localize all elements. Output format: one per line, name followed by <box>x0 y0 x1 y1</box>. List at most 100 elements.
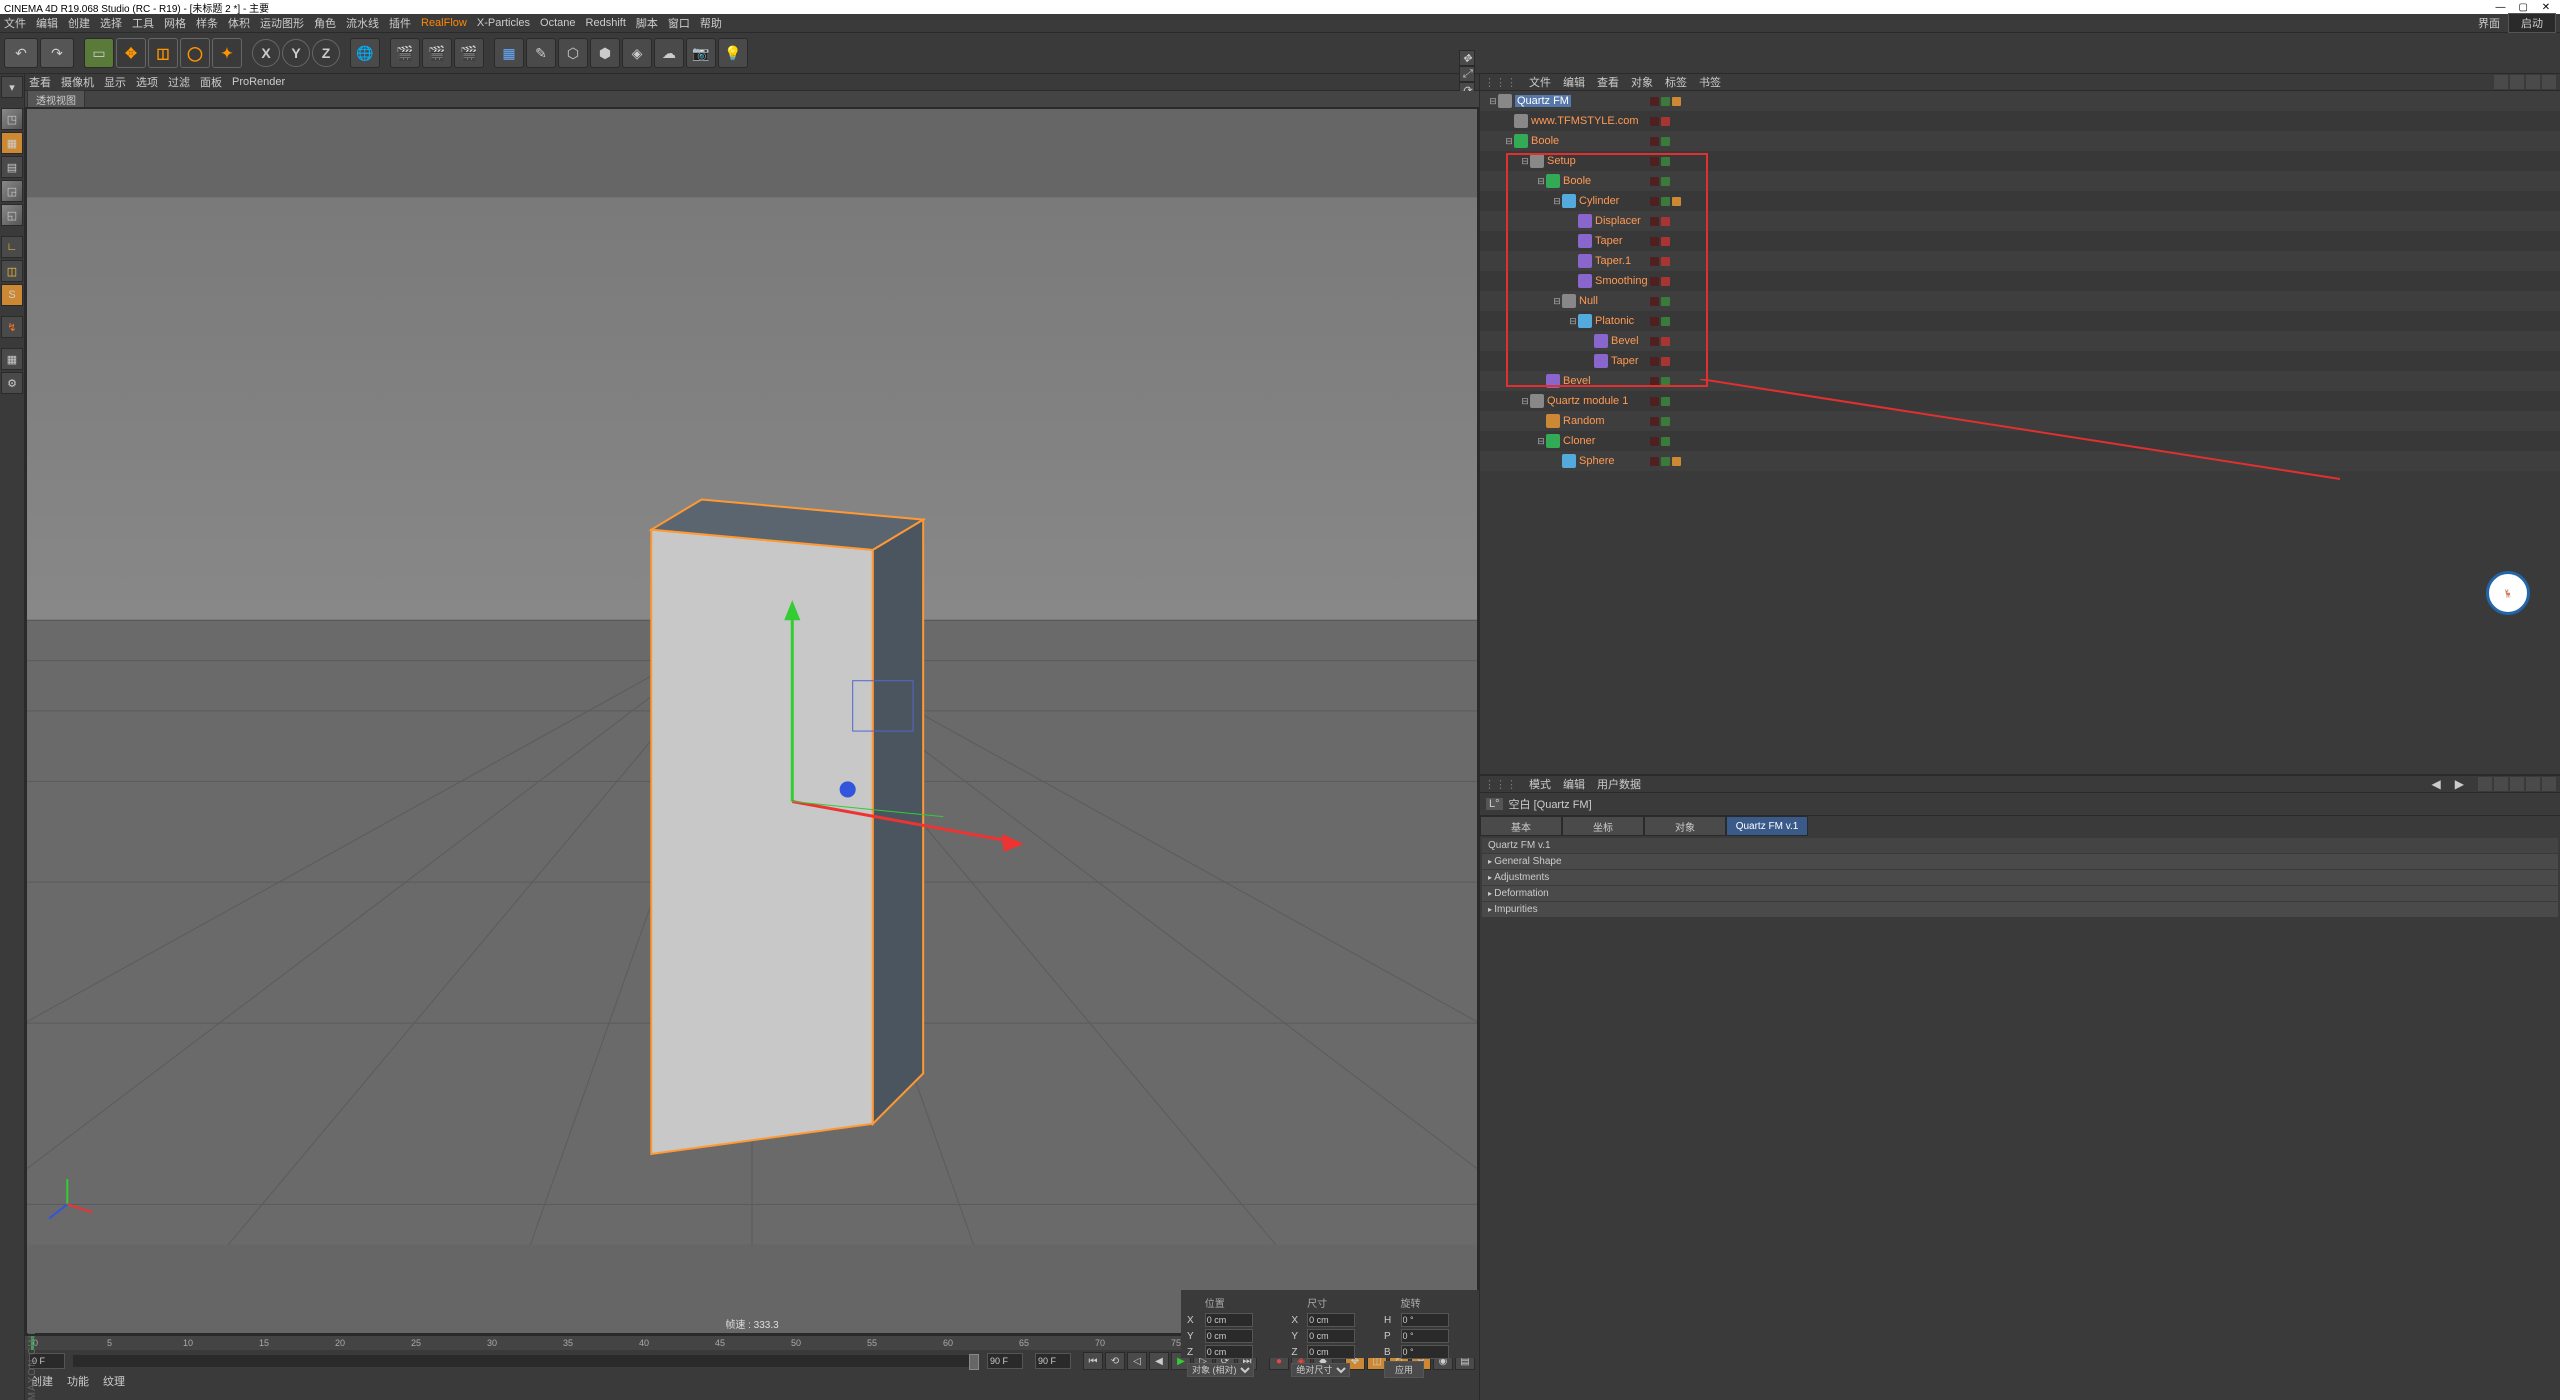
object-mode-button[interactable]: ◲ <box>1 180 23 202</box>
objmgr-menu-view[interactable]: 查看 <box>1597 74 1619 90</box>
tree-item-label[interactable]: Cloner <box>1563 435 1595 447</box>
menu-tools[interactable]: 工具 <box>132 15 154 31</box>
edge-mode-button[interactable]: ◫ <box>1 260 23 282</box>
visibility-dot[interactable] <box>1661 317 1670 326</box>
visibility-dot[interactable] <box>1661 417 1670 426</box>
visibility-dot[interactable] <box>1661 137 1670 146</box>
size-x-input[interactable] <box>1307 1313 1355 1327</box>
attr-tab-coord[interactable]: 坐标 <box>1562 816 1644 836</box>
menu-script[interactable]: 脚本 <box>636 15 658 31</box>
expand-icon[interactable] <box>1568 256 1578 266</box>
expand-icon[interactable] <box>1584 336 1594 346</box>
attr-tab-quartz[interactable]: Quartz FM v.1 <box>1726 816 1808 836</box>
pos-y-input[interactable] <box>1205 1329 1253 1343</box>
expand-icon[interactable]: ⊟ <box>1536 176 1546 187</box>
vp-zoom-icon[interactable]: ⤢ <box>1459 66 1475 82</box>
snap-settings-button[interactable]: ⚙ <box>1 372 23 394</box>
menu-octane[interactable]: Octane <box>540 17 575 29</box>
tree-row[interactable]: Taper <box>1480 351 2560 371</box>
add-light-button[interactable]: 💡 <box>718 38 748 68</box>
visibility-dot[interactable] <box>1650 377 1659 386</box>
objmgr-path-icon[interactable] <box>2542 75 2556 89</box>
minimize-button[interactable]: — <box>2490 2 2510 13</box>
tree-row[interactable]: Smoothing <box>1480 271 2560 291</box>
close-button[interactable]: ✕ <box>2536 2 2556 13</box>
visibility-dot[interactable] <box>1650 197 1659 206</box>
objmgr-filter-icon[interactable] <box>2510 75 2524 89</box>
visibility-dot[interactable] <box>1650 117 1659 126</box>
undo-button[interactable]: ↶ <box>4 38 38 68</box>
visibility-dot[interactable] <box>1650 317 1659 326</box>
model-mode-button[interactable]: ◳ <box>1 108 23 130</box>
tree-row[interactable]: ⊟Platonic <box>1480 311 2560 331</box>
visibility-dot[interactable] <box>1650 177 1659 186</box>
object-tree[interactable]: ⊟Quartz FM www.TFMSTYLE.com⊟Boole⊟Setup⊟… <box>1480 91 2560 774</box>
visibility-dot[interactable] <box>1661 97 1670 106</box>
objmgr-menu-tags[interactable]: 标签 <box>1665 74 1687 90</box>
menu-mesh[interactable]: 网格 <box>164 15 186 31</box>
visibility-dot[interactable] <box>1661 157 1670 166</box>
tree-item-label[interactable]: Quartz FM <box>1515 95 1571 107</box>
add-environment-button[interactable]: ☁ <box>654 38 684 68</box>
vp-menu-display[interactable]: 显示 <box>104 74 126 90</box>
visibility-dot[interactable] <box>1672 197 1681 206</box>
menu-window[interactable]: 窗口 <box>668 15 690 31</box>
tree-item-label[interactable]: Taper.1 <box>1595 255 1631 267</box>
coord-system-button[interactable]: 🌐 <box>350 38 380 68</box>
expand-icon[interactable] <box>1552 456 1562 466</box>
add-camera-button[interactable]: 📷 <box>686 38 716 68</box>
scale-tool[interactable]: ◫ <box>148 38 178 68</box>
expand-icon[interactable] <box>1568 276 1578 286</box>
visibility-dot[interactable] <box>1661 197 1670 206</box>
attr-tab-object[interactable]: 对象 <box>1644 816 1726 836</box>
step-back-button[interactable]: ◁ <box>1127 1352 1147 1370</box>
coord-mode-select[interactable]: 对象 (相对) <box>1187 1363 1254 1377</box>
poly-mode-button[interactable]: S <box>1 284 23 306</box>
render-settings-button[interactable]: 🎬 <box>454 38 484 68</box>
visibility-dot[interactable] <box>1650 357 1659 366</box>
visibility-dot[interactable] <box>1650 457 1659 466</box>
expand-icon[interactable] <box>1568 236 1578 246</box>
pos-z-input[interactable] <box>1205 1345 1253 1359</box>
attr-back-button[interactable]: ◀ <box>2432 777 2441 791</box>
expand-icon[interactable]: ⊟ <box>1520 156 1530 167</box>
attr-tab-basic[interactable]: 基本 <box>1480 816 1562 836</box>
expand-icon[interactable]: ⊟ <box>1504 136 1514 147</box>
attr-sec-general[interactable]: General Shape <box>1482 854 2558 869</box>
visibility-dot[interactable] <box>1650 277 1659 286</box>
range-end-input[interactable] <box>987 1353 1023 1369</box>
tweak-button[interactable]: ↯ <box>1 316 23 338</box>
visibility-dot[interactable] <box>1661 177 1670 186</box>
visibility-dot[interactable] <box>1650 337 1659 346</box>
add-nurbs-button[interactable]: ⬢ <box>590 38 620 68</box>
render-view-button[interactable]: 🎬 <box>390 38 420 68</box>
objmgr-view-icon[interactable] <box>2526 75 2540 89</box>
attr-new-icon[interactable] <box>2526 777 2540 791</box>
visibility-dot[interactable] <box>1650 437 1659 446</box>
tree-item-label[interactable]: Random <box>1563 415 1605 427</box>
attr-menu-userdata[interactable]: 用户数据 <box>1597 776 1641 792</box>
objmgr-menu-file[interactable]: 文件 <box>1529 74 1551 90</box>
goto-start-button[interactable]: ⏮ <box>1083 1352 1103 1370</box>
attr-lock-icon[interactable] <box>2510 777 2524 791</box>
menu-pipeline[interactable]: 流水线 <box>346 15 379 31</box>
visibility-dot[interactable] <box>1661 217 1670 226</box>
add-cube-button[interactable]: ▦ <box>494 38 524 68</box>
objmgr-menu-bookmarks[interactable]: 书签 <box>1699 74 1721 90</box>
expand-icon[interactable]: ⊟ <box>1552 296 1562 307</box>
tree-item-label[interactable]: Cylinder <box>1579 195 1619 207</box>
expand-icon[interactable] <box>1584 356 1594 366</box>
add-deformer-button[interactable]: ◈ <box>622 38 652 68</box>
add-generator-button[interactable]: ⬡ <box>558 38 588 68</box>
expand-icon[interactable] <box>1568 216 1578 226</box>
visibility-dot[interactable] <box>1650 297 1659 306</box>
rot-p-input[interactable] <box>1401 1329 1449 1343</box>
tree-row[interactable]: Bevel <box>1480 331 2560 351</box>
expand-icon[interactable]: ⊟ <box>1552 196 1562 207</box>
visibility-dot[interactable] <box>1650 417 1659 426</box>
menu-plugins[interactable]: 插件 <box>389 15 411 31</box>
preview-end-input[interactable] <box>1035 1353 1071 1369</box>
tree-row[interactable]: ⊟Setup <box>1480 151 2560 171</box>
pos-x-input[interactable] <box>1205 1313 1253 1327</box>
mat-menu-texture[interactable]: 纹理 <box>103 1373 125 1389</box>
